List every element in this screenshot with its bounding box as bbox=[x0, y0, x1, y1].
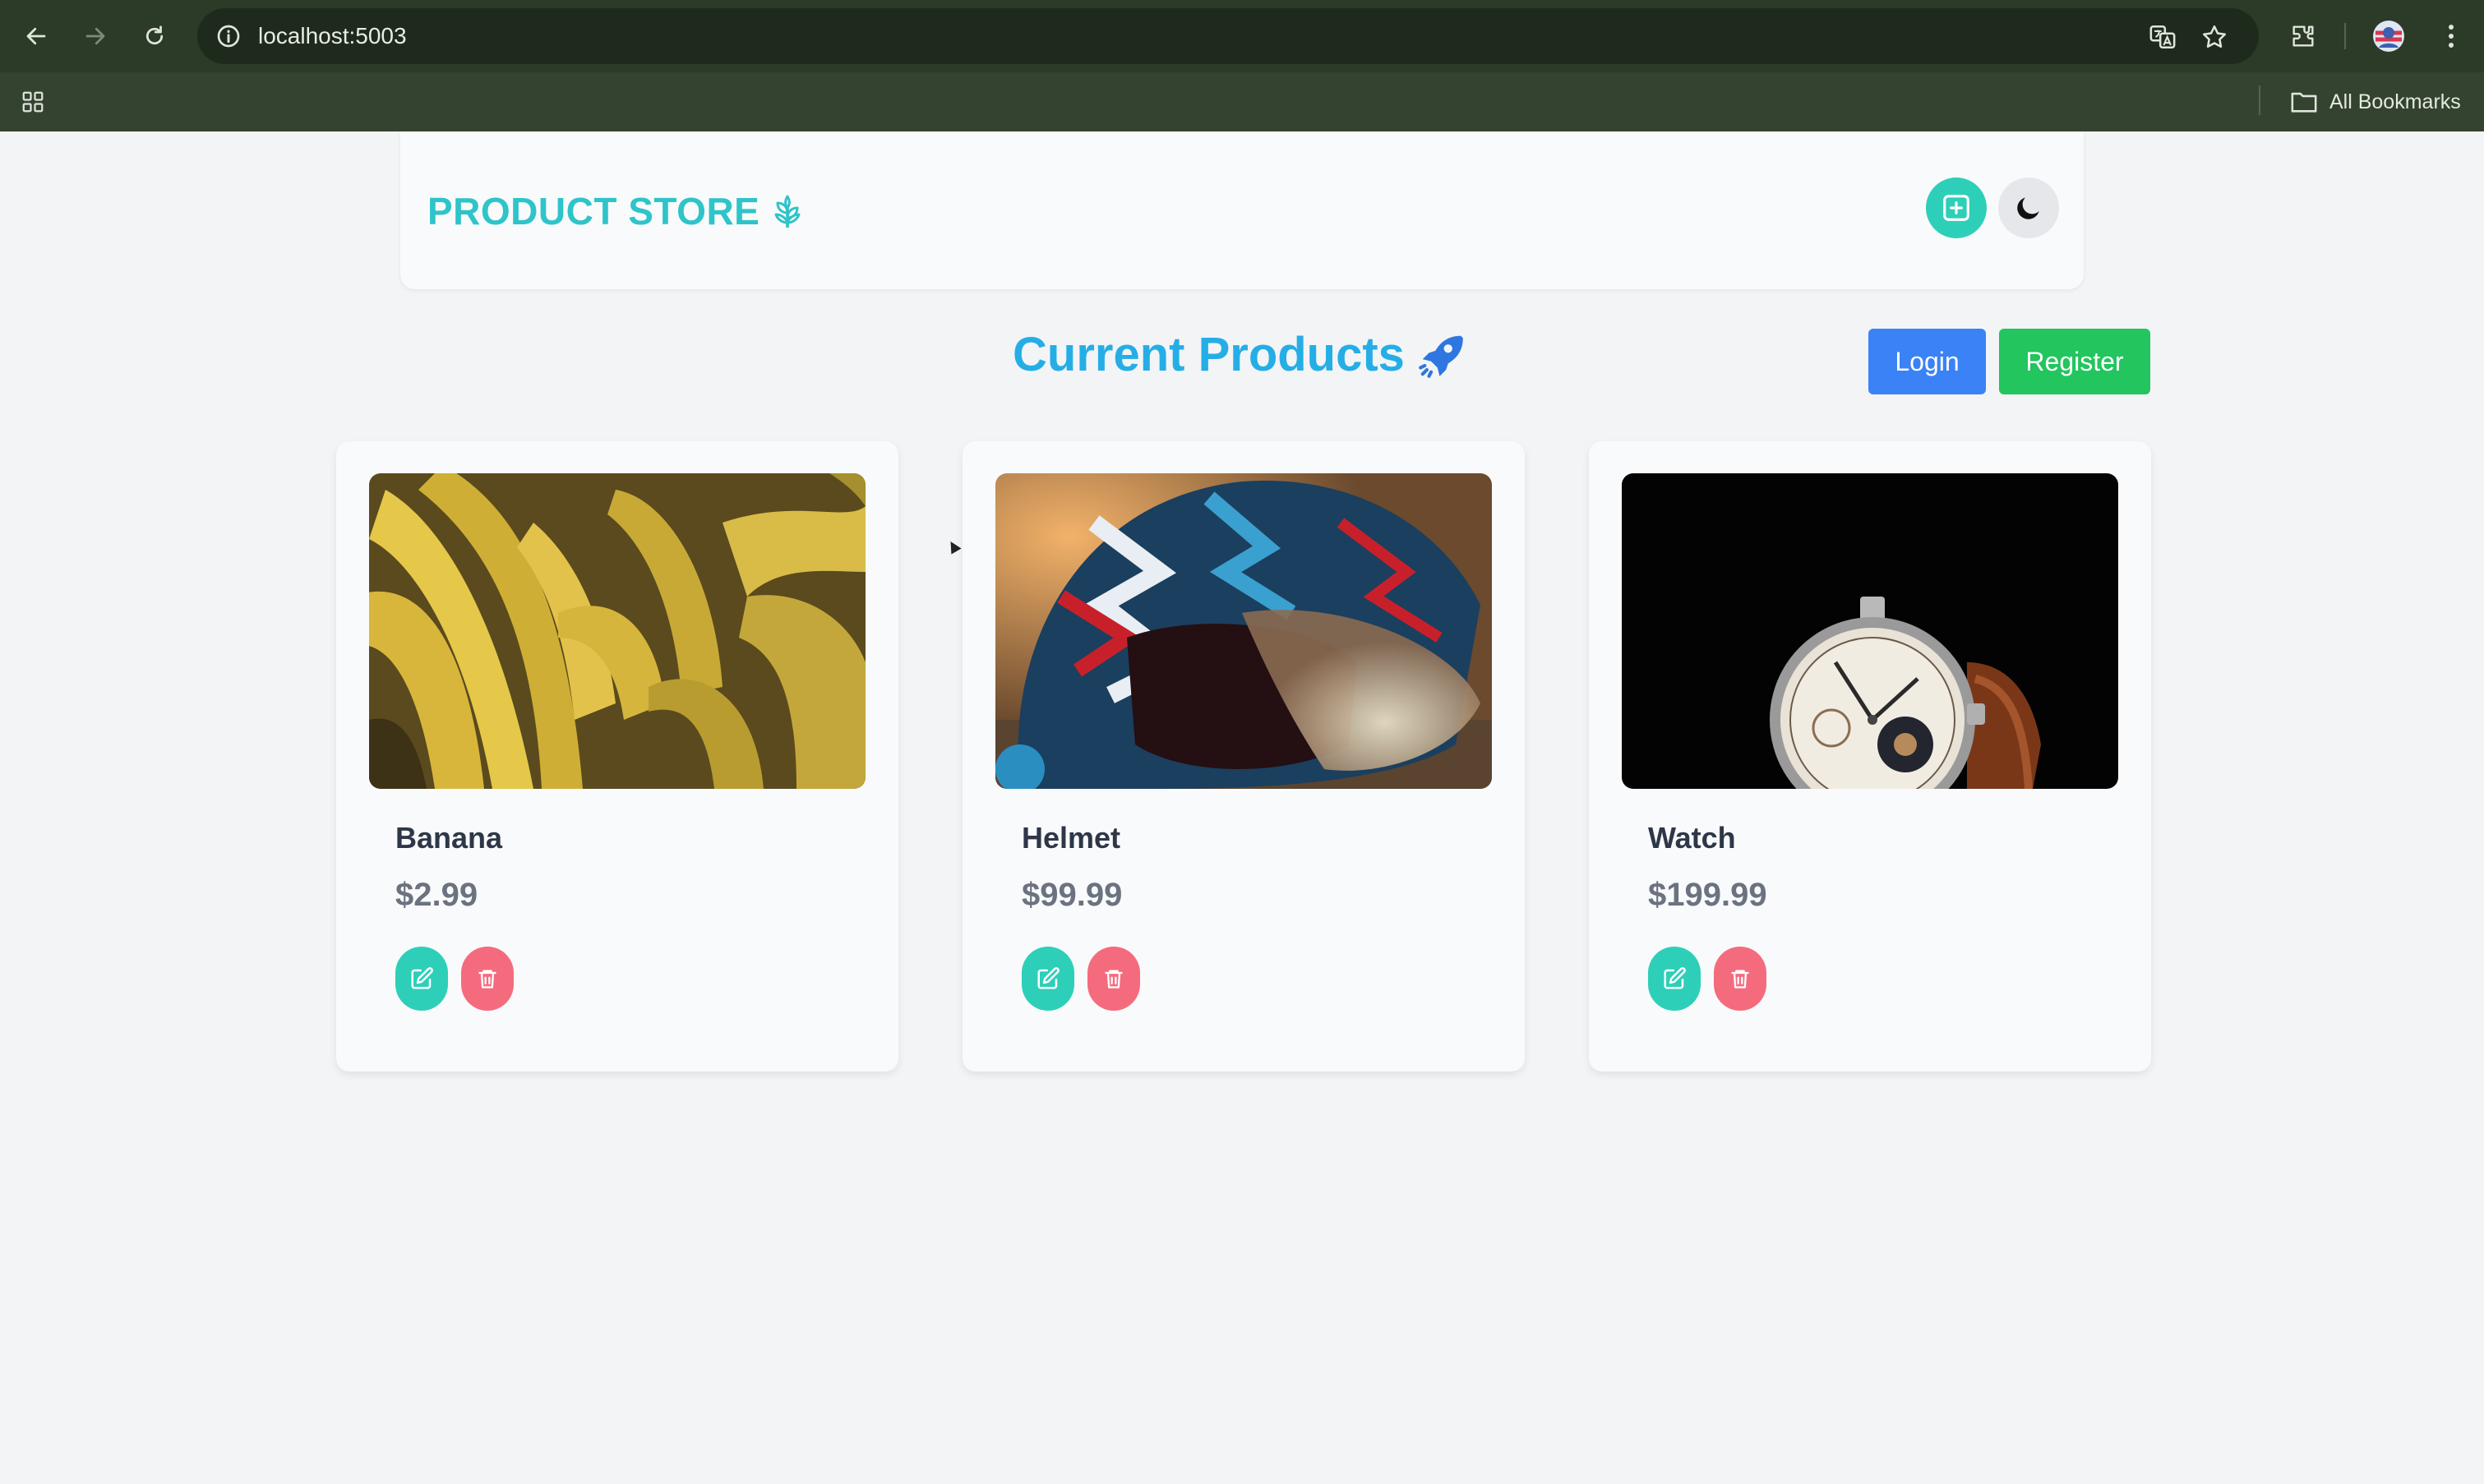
brand-name: PRODUCT STORE bbox=[427, 190, 760, 233]
reload-button[interactable] bbox=[136, 18, 173, 54]
delete-button[interactable] bbox=[461, 947, 514, 1011]
product-card: Watch $199.99 bbox=[1589, 441, 2151, 1072]
extensions-icon[interactable] bbox=[2287, 20, 2320, 53]
rocket-icon bbox=[1419, 335, 1463, 378]
watch-image bbox=[1622, 473, 2118, 789]
product-name: Helmet bbox=[1022, 821, 1121, 855]
product-card: Banana $2.99 bbox=[336, 441, 898, 1072]
page-title-text: Current Products bbox=[1013, 328, 1405, 381]
edit-button[interactable] bbox=[1022, 947, 1074, 1011]
product-name: Watch bbox=[1648, 821, 1736, 855]
register-button[interactable]: Register bbox=[1999, 329, 2150, 394]
helmet-image bbox=[995, 473, 1492, 789]
trash-icon bbox=[1731, 970, 1749, 989]
edit-button[interactable] bbox=[1648, 947, 1701, 1011]
product-card: Helmet $99.99 bbox=[963, 441, 1525, 1072]
trash-icon bbox=[1105, 970, 1123, 989]
delete-button[interactable] bbox=[1714, 947, 1766, 1011]
avatar-icon bbox=[2373, 21, 2404, 52]
product-price: $2.99 bbox=[395, 877, 478, 913]
apps-grid-icon[interactable] bbox=[16, 85, 49, 118]
product-name: Banana bbox=[395, 821, 503, 855]
profile-avatar[interactable] bbox=[2372, 20, 2405, 53]
site-info-icon[interactable] bbox=[215, 23, 242, 49]
edit-icon bbox=[1037, 967, 1060, 989]
theme-toggle-button[interactable] bbox=[1998, 177, 2059, 238]
arrow-left-icon bbox=[26, 27, 46, 45]
app-header: PRODUCT STORE bbox=[400, 131, 2084, 289]
edit-icon bbox=[1664, 967, 1686, 989]
product-price: $199.99 bbox=[1648, 877, 1767, 913]
product-image bbox=[369, 473, 866, 789]
mouse-cursor bbox=[945, 538, 962, 555]
url-text[interactable]: localhost:5003 bbox=[258, 8, 407, 64]
product-price: $99.99 bbox=[1022, 877, 1123, 913]
edit-icon bbox=[411, 967, 433, 989]
leaf-icon bbox=[774, 195, 801, 228]
brand-logo[interactable]: PRODUCT STORE bbox=[427, 189, 807, 233]
arrow-right-icon bbox=[85, 27, 105, 45]
trash-icon bbox=[478, 970, 496, 989]
translate-icon[interactable] bbox=[2149, 23, 2177, 51]
forward-button[interactable] bbox=[77, 18, 113, 54]
kebab-menu-icon[interactable] bbox=[2435, 20, 2468, 53]
product-image bbox=[1622, 473, 2118, 789]
all-bookmarks-label: All Bookmarks bbox=[2329, 90, 2461, 113]
browser-chrome: localhost:5003 All Bookmarks bbox=[0, 0, 2484, 131]
edit-button[interactable] bbox=[395, 947, 448, 1011]
delete-button[interactable] bbox=[1087, 947, 1140, 1011]
all-bookmarks-button[interactable]: All Bookmarks bbox=[2290, 85, 2461, 118]
product-image bbox=[995, 473, 1492, 789]
page-title: Current Products bbox=[1013, 327, 1467, 382]
plus-square-icon bbox=[1943, 195, 1969, 221]
address-bar[interactable]: localhost:5003 bbox=[197, 8, 2259, 64]
add-product-button[interactable] bbox=[1926, 177, 1987, 238]
moon-icon bbox=[2017, 197, 2039, 219]
reload-icon bbox=[145, 25, 164, 45]
banana-image bbox=[369, 473, 866, 789]
login-button[interactable]: Login bbox=[1868, 329, 1986, 394]
bookmarks-divider bbox=[2259, 85, 2260, 115]
bookmarks-bar bbox=[0, 72, 2484, 131]
folder-icon bbox=[2291, 92, 2317, 113]
toolbar-divider bbox=[2344, 23, 2346, 49]
star-icon[interactable] bbox=[2200, 23, 2228, 51]
back-button[interactable] bbox=[18, 18, 54, 54]
